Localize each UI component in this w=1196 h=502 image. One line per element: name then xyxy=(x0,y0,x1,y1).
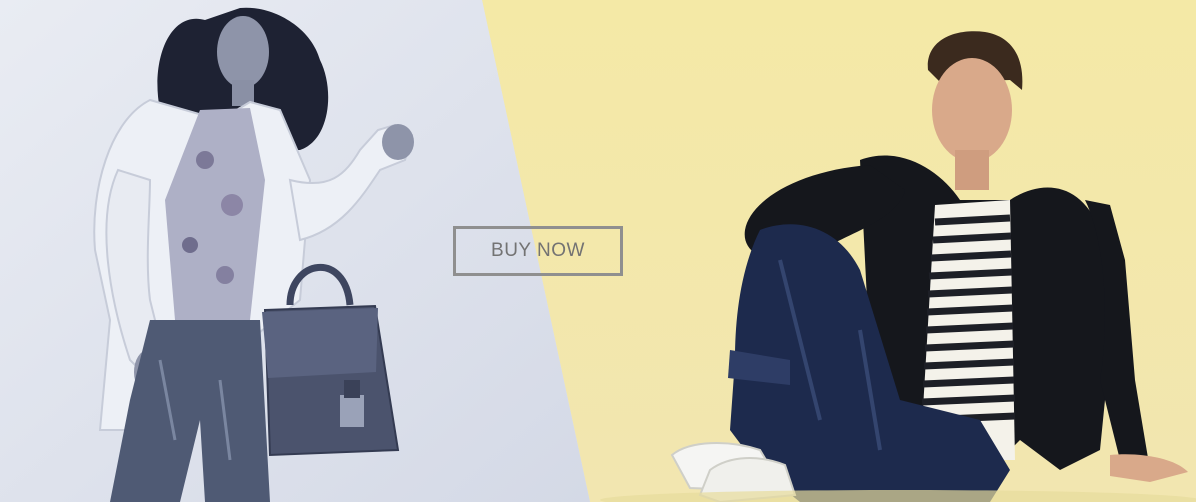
buy-now-button[interactable]: BUY NOW xyxy=(453,226,623,276)
buy-now-label: BUY NOW xyxy=(491,240,585,261)
promo-banner: BUY NOW xyxy=(0,0,1196,502)
